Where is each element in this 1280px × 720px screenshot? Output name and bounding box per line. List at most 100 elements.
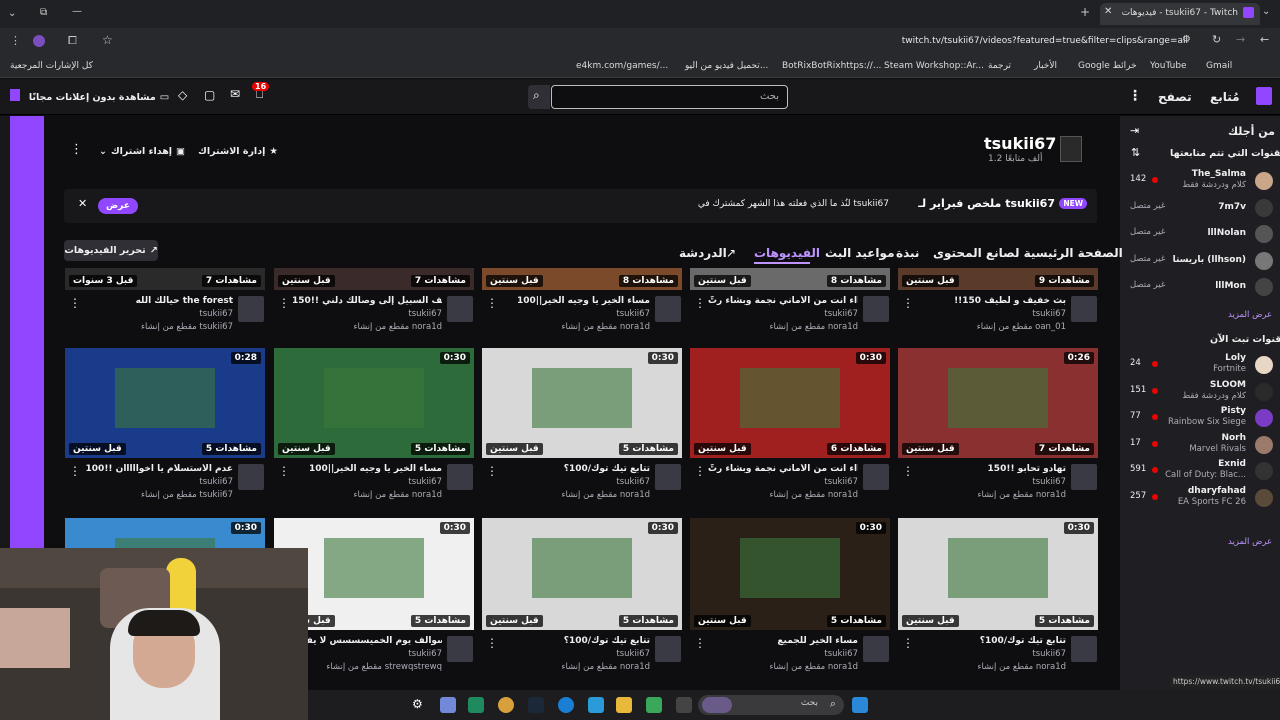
video-more-icon[interactable]: ⋮ — [278, 296, 290, 310]
search-input[interactable]: بحث — [551, 85, 788, 109]
sort-icon[interactable]: ⇅ — [1131, 146, 1140, 159]
sidebar-channel[interactable]: Pisty Rainbow Six Siege 77 — [1120, 405, 1280, 431]
more-icon[interactable]: ⋮ — [1128, 88, 1142, 104]
bookmark-item[interactable]: تحميل فيديو من اليو... — [685, 61, 768, 71]
bookmark-item[interactable]: Google خرائط — [1078, 61, 1137, 71]
video-more-icon[interactable]: ⋮ — [69, 464, 81, 478]
tab-chat[interactable]: الدردشة — [679, 246, 727, 260]
video-title[interactable]: حيالك الله the forest — [83, 296, 233, 306]
video-more-icon[interactable]: ⋮ — [278, 464, 290, 478]
video-thumbnail[interactable]: 7 مشاهدات قبل سنتين — [274, 268, 474, 290]
video-more-icon[interactable]: ⋮ — [486, 296, 498, 310]
ad-free-button[interactable]: مشاهدة بدون إعلانات مجانًا ▭ — [29, 85, 169, 109]
folder-icon[interactable] — [616, 697, 632, 713]
app-icon[interactable] — [468, 697, 484, 713]
channel-more-icon[interactable]: ⋮ — [70, 142, 83, 157]
video-more-icon[interactable]: ⋮ — [486, 464, 498, 478]
creator-avatar[interactable] — [238, 296, 264, 322]
video-more-icon[interactable]: ⋮ — [694, 464, 706, 478]
sidebar-channel[interactable]: Exnid Call of Duty: Blac... 591 — [1120, 458, 1280, 484]
video-thumbnail[interactable]: 0:30 6 مشاهدات قبل سنتين — [690, 348, 890, 458]
taskbar-search[interactable]: بحث ⌕ — [698, 695, 844, 715]
video-thumbnail[interactable]: 8 مشاهدات قبل سنتين — [482, 268, 682, 290]
video-more-icon[interactable]: ⋮ — [486, 636, 498, 650]
video-title[interactable]: سوالف يوم الخميسسسس لا يفوتً — [292, 636, 442, 646]
bookmark-item[interactable]: ترجمة — [988, 61, 1011, 71]
creator-avatar[interactable] — [655, 636, 681, 662]
video-title[interactable]: تهادو تحابو !!150 — [916, 464, 1066, 474]
show-more-live[interactable]: عرض المزيد — [1228, 537, 1272, 547]
video-title[interactable]: تتابع تيك توك/100؟ — [916, 636, 1066, 646]
restore-icon[interactable]: ⧉ — [40, 7, 47, 18]
video-channel[interactable]: tsukii67 — [500, 477, 650, 487]
video-channel[interactable]: tsukii67 — [916, 309, 1066, 319]
tab-about[interactable]: نبذة — [896, 246, 919, 260]
sidebar-channel[interactable]: SLOOM كلام ودردشة فقط 151 — [1120, 379, 1280, 405]
site-settings-icon[interactable]: ⚙ — [1182, 34, 1191, 45]
video-thumbnail[interactable]: 9 مشاهدات قبل سنتين — [898, 268, 1098, 290]
video-title[interactable]: وتشااء أنت من الأماني نجمة وبشاء رتِّ... — [708, 464, 858, 474]
bookmark-item[interactable]: BotRixBotRixhttps://... — [782, 61, 881, 71]
video-title[interactable]: مساء الخير يا وجيه الخير||100 — [500, 296, 650, 306]
video-more-icon[interactable]: ⋮ — [902, 464, 914, 478]
dismiss-icon[interactable]: ✕ — [78, 197, 87, 210]
video-thumbnail[interactable]: 0:30 5 مشاهدات قبل سنتين — [482, 518, 682, 630]
extensions-icon[interactable]: ⧠ — [68, 34, 77, 48]
prime-icon[interactable]: ◇ — [178, 88, 187, 102]
video-thumbnail[interactable]: 0:26 7 مشاهدات قبل سنتين — [898, 348, 1098, 458]
video-thumbnail[interactable]: 0:30 5 مشاهدات قبل سنتين — [274, 348, 474, 458]
creator-avatar[interactable] — [238, 464, 264, 490]
edge-icon[interactable] — [558, 697, 574, 713]
edit-videos-button[interactable]: تحرير الفيديوهات ↗ — [64, 240, 158, 261]
creator-avatar[interactable] — [447, 636, 473, 662]
video-thumbnail[interactable]: 7 مشاهدات قبل 3 سنوات — [65, 268, 265, 290]
bookmark-item[interactable]: e4km.com/games/... — [576, 61, 668, 71]
gift-sub-button[interactable]: ⌄ إهداء اشتراك ▣ — [96, 139, 188, 163]
creator-avatar[interactable] — [1071, 636, 1097, 662]
minimize-icon[interactable]: — — [72, 6, 82, 17]
channel-avatar[interactable] — [1060, 136, 1082, 162]
video-title[interactable]: مساء الخير يا وجيه الخير||100 — [292, 464, 442, 474]
bookmark-all[interactable]: كل الإشارات المرجعية — [10, 61, 93, 71]
sidebar-channel[interactable]: Loly Fortnite 24 — [1120, 352, 1280, 378]
video-thumbnail[interactable]: 0:30 5 مشاهدات قبل سنتين — [482, 348, 682, 458]
video-more-icon[interactable]: ⋮ — [694, 636, 706, 650]
nav-browse[interactable]: تصفح — [1158, 90, 1192, 104]
sidebar-channel[interactable]: lllMon غير متصل — [1120, 274, 1280, 300]
twitch-logo-icon[interactable] — [1256, 87, 1272, 105]
sidebar-channel[interactable]: Norh Marvel Rivals 17 — [1120, 432, 1280, 458]
creator-avatar[interactable] — [863, 636, 889, 662]
windows-start-icon[interactable] — [852, 697, 868, 713]
app-icon[interactable] — [676, 697, 692, 713]
video-title[interactable]: تتابع تيك توك/100؟ — [500, 636, 650, 646]
chevron-down-icon[interactable]: ⌄ — [8, 8, 16, 19]
chrome-icon[interactable] — [498, 697, 514, 713]
url-field[interactable]: twitch.tv/tsukii67/videos?featured=true&… — [902, 36, 1188, 46]
bookmark-item[interactable]: Steam Workshop::Ar... — [884, 61, 984, 71]
inbox-icon[interactable]: ✉ — [230, 87, 240, 101]
video-channel[interactable]: tsukii67 — [708, 649, 858, 659]
creator-avatar[interactable] — [1071, 464, 1097, 490]
xbox-icon[interactable] — [646, 697, 662, 713]
show-more-followed[interactable]: عرض المزيد — [1228, 310, 1272, 320]
collapse-sidebar-icon[interactable] — [10, 89, 20, 101]
back-icon[interactable]: ← — [1260, 33, 1269, 46]
close-tab-icon[interactable]: ✕ — [1104, 6, 1112, 17]
tab-search-icon[interactable]: ⌄ — [1262, 6, 1270, 17]
video-channel[interactable]: tsukii67 — [292, 649, 442, 659]
recap-view-button[interactable]: عرض — [98, 198, 138, 214]
video-thumbnail[interactable]: 0:30 5 مشاهدات قبل سنتين — [690, 518, 890, 630]
video-more-icon[interactable]: ⋮ — [902, 636, 914, 650]
video-more-icon[interactable]: ⋮ — [69, 296, 81, 310]
video-title[interactable]: عدم الأستسلام يا اخوااااان !!100 — [83, 464, 233, 474]
store-icon[interactable] — [588, 697, 604, 713]
nav-following[interactable]: مُتابع — [1210, 90, 1240, 104]
bookmark-star-icon[interactable]: ☆ — [102, 33, 113, 47]
browser-tab[interactable]: فيديوهات - tsukii67 - Twitch ✕ — [1100, 3, 1260, 25]
sidebar-channel[interactable]: باريستا (llhson) غير متصل — [1120, 248, 1280, 274]
creator-avatar[interactable] — [863, 464, 889, 490]
video-channel[interactable]: tsukii67 — [708, 477, 858, 487]
creator-avatar[interactable] — [447, 464, 473, 490]
creator-avatar[interactable] — [863, 296, 889, 322]
video-title[interactable]: كيف السبيل إلى وصالك دلني !!150 — [292, 296, 442, 306]
